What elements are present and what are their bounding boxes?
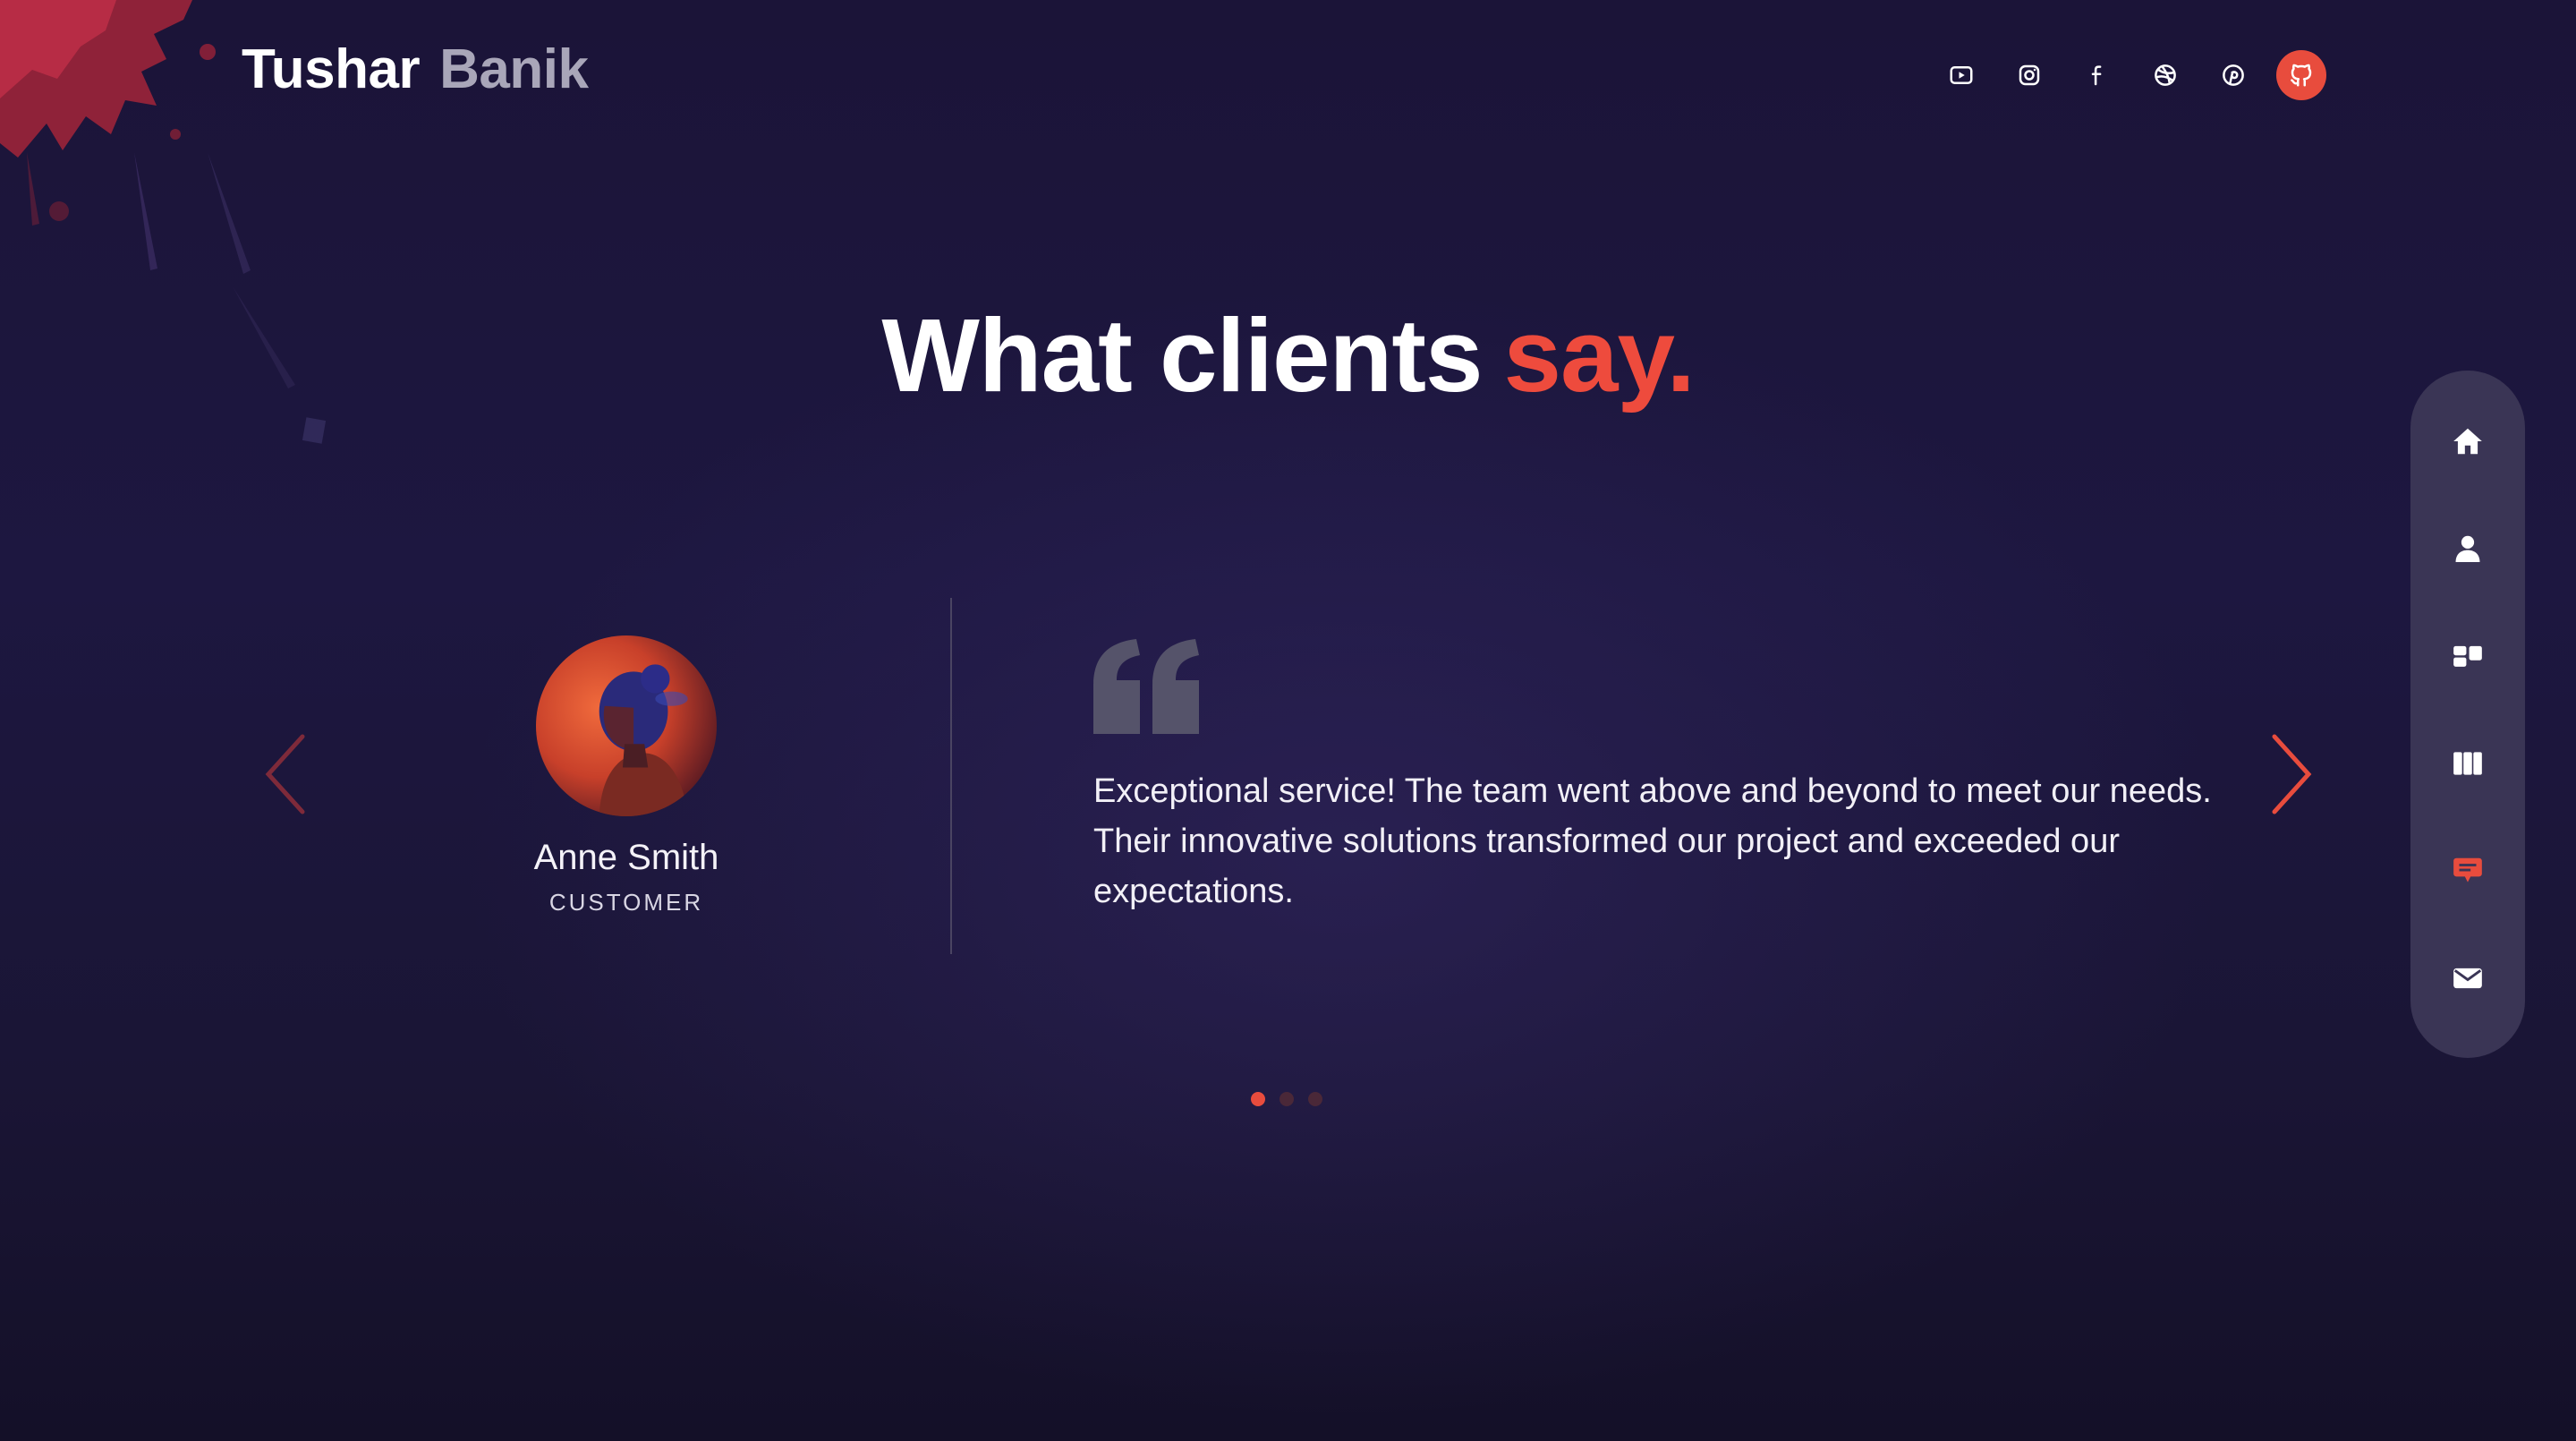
chevron-right-icon — [2272, 734, 2312, 814]
nav-about[interactable] — [2410, 532, 2525, 639]
client-name: Anne Smith — [533, 838, 719, 877]
nav-services[interactable] — [2410, 639, 2525, 746]
social-links — [1936, 50, 2326, 100]
facebook-icon[interactable] — [2072, 50, 2122, 100]
site-logo[interactable]: Tushar Banik — [242, 38, 589, 101]
carousel-pagination — [1251, 1092, 1337, 1106]
testimonial-quote: Exceptional service! The team went above… — [1093, 772, 2212, 910]
nav-portfolio[interactable] — [2410, 746, 2525, 854]
client-role: CUSTOMER — [548, 889, 704, 916]
dribbble-icon[interactable] — [2140, 50, 2190, 100]
chevron-left-icon — [265, 734, 305, 814]
carousel-dot[interactable] — [1251, 1092, 1265, 1106]
side-navigation — [2410, 371, 2525, 1058]
nav-contact[interactable] — [2410, 961, 2525, 1069]
previous-slide-button[interactable] — [249, 729, 320, 819]
title-accent: say. — [1503, 297, 1696, 414]
next-slide-button[interactable] — [2257, 729, 2328, 819]
nav-home[interactable] — [2410, 424, 2525, 532]
user-icon — [2455, 535, 2480, 563]
instagram-icon[interactable] — [2004, 50, 2054, 100]
carousel-dot[interactable] — [1279, 1092, 1294, 1106]
github-icon[interactable] — [2276, 50, 2326, 100]
pinterest-icon[interactable] — [2208, 50, 2258, 100]
testimonials-icon — [2453, 857, 2482, 883]
quote-icon — [1093, 639, 1199, 734]
section-title: What clients say. — [0, 295, 2576, 415]
services-icon — [2453, 645, 2482, 667]
logo-first-name: Tushar — [242, 38, 421, 100]
logo-last-name: Banik — [439, 38, 589, 100]
youtube-icon[interactable] — [1936, 50, 1986, 100]
avatar — [536, 635, 717, 816]
contact-icon — [2453, 968, 2482, 989]
portfolio-icon — [2453, 752, 2482, 775]
carousel-dot[interactable] — [1308, 1092, 1322, 1106]
client-profile: Anne Smith CUSTOMER — [438, 635, 814, 917]
testimonial-divider — [950, 598, 952, 954]
title-main: What clients — [881, 297, 1483, 414]
home-icon — [2453, 428, 2482, 455]
nav-testimonials[interactable] — [2410, 854, 2525, 961]
